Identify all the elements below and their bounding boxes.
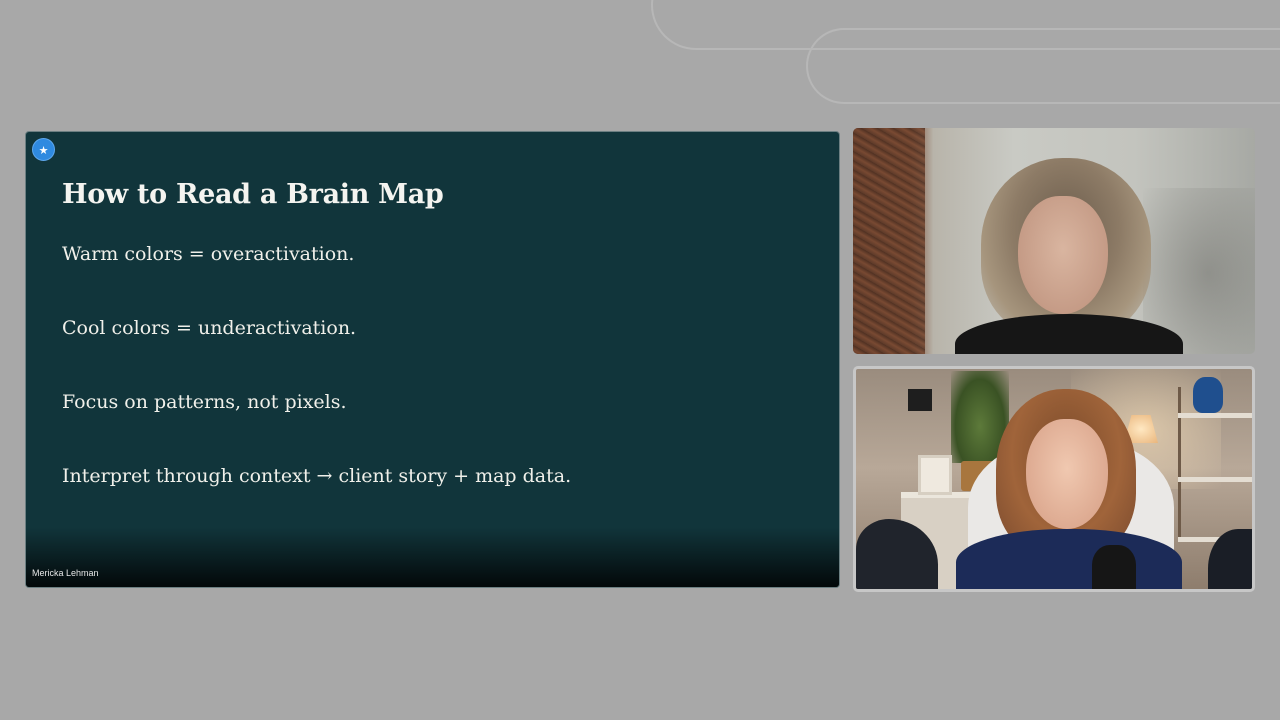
shelf-board (1178, 413, 1252, 418)
participant-face (1018, 196, 1108, 314)
background-decoration (806, 28, 1280, 104)
participant-body (956, 529, 1182, 589)
participant-video-tile[interactable] (853, 128, 1255, 354)
name-label-gradient (26, 527, 839, 587)
lamp-icon (908, 389, 932, 411)
vase (1193, 377, 1223, 413)
bead-curtain (853, 128, 925, 354)
participant-face (1026, 419, 1108, 529)
slide-bullet: Cool colors = underactivation. (62, 317, 357, 339)
speaker-name-label: Mericka Lehman (32, 568, 99, 578)
shelf-board (1178, 477, 1252, 482)
participant-video-tile-active[interactable] (853, 366, 1255, 592)
meeting-stage: ★ How to Read a Brain Map Warm colors = … (0, 0, 1280, 720)
slide-title: How to Read a Brain Map (62, 179, 444, 210)
slide-bullet: Warm colors = overactivation. (62, 243, 355, 265)
microphone (1092, 545, 1136, 589)
slide-bullet: Interpret through context → client story… (62, 465, 572, 487)
shared-screen-slide[interactable]: ★ How to Read a Brain Map Warm colors = … (25, 131, 840, 588)
picture-frame (918, 455, 952, 495)
star-icon[interactable]: ★ (32, 138, 55, 161)
slide-bullet: Focus on patterns, not pixels. (62, 391, 347, 413)
